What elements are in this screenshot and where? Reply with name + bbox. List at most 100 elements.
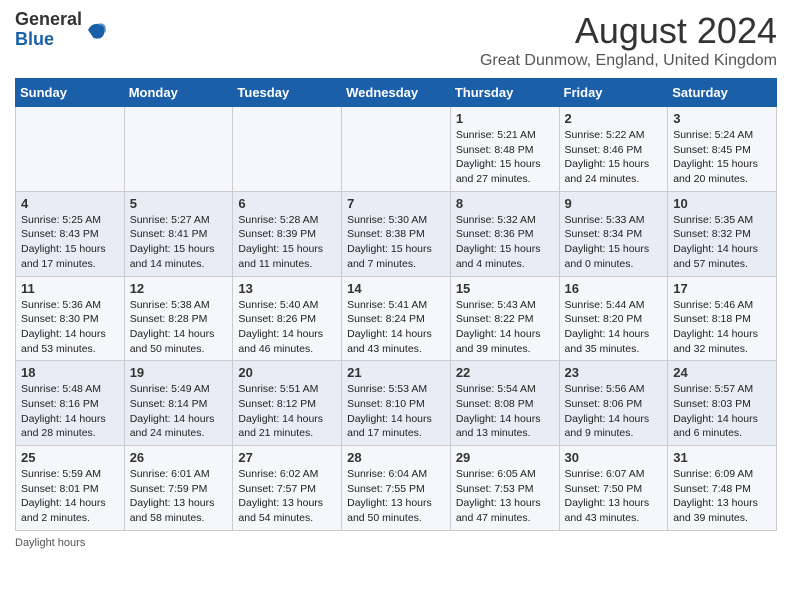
calendar-cell: 17 Sunrise: 5:46 AM Sunset: 8:18 PM Dayli…	[668, 276, 777, 361]
day-number: 26	[130, 450, 228, 465]
day-number: 6	[238, 196, 336, 211]
calendar-cell: 27 Sunrise: 6:02 AM Sunset: 7:57 PM Dayli…	[233, 446, 342, 531]
day-info: Sunrise: 6:05 AM Sunset: 7:53 PM Dayligh…	[456, 467, 554, 526]
day-number: 21	[347, 365, 445, 380]
day-info: Sunrise: 5:53 AM Sunset: 8:10 PM Dayligh…	[347, 382, 445, 441]
day-number: 15	[456, 281, 554, 296]
day-number: 29	[456, 450, 554, 465]
day-number: 7	[347, 196, 445, 211]
day-info: Sunrise: 5:28 AM Sunset: 8:39 PM Dayligh…	[238, 213, 336, 272]
day-number: 8	[456, 196, 554, 211]
calendar-cell: 2Sunrise: 5:22 AM Sunset: 8:46 PM Daylig…	[559, 107, 668, 192]
calendar-cell	[233, 107, 342, 192]
day-number: 5	[130, 196, 228, 211]
calendar-cell	[124, 107, 233, 192]
day-number: 28	[347, 450, 445, 465]
day-number: 23	[565, 365, 663, 380]
day-info: Sunrise: 5:48 AM Sunset: 8:16 PM Dayligh…	[21, 382, 119, 441]
calendar-week-row: 18 Sunrise: 5:48 AM Sunset: 8:16 PM Dayli…	[16, 361, 777, 446]
calendar-cell	[16, 107, 125, 192]
weekday-header: Wednesday	[342, 79, 451, 107]
day-number: 2	[565, 111, 663, 126]
calendar-cell: 8 Sunrise: 5:32 AM Sunset: 8:36 PM Daylig…	[450, 191, 559, 276]
day-info: Sunrise: 5:57 AM Sunset: 8:03 PM Dayligh…	[673, 382, 771, 441]
weekday-header: Sunday	[16, 79, 125, 107]
day-info: Sunrise: 5:56 AM Sunset: 8:06 PM Dayligh…	[565, 382, 663, 441]
day-number: 27	[238, 450, 336, 465]
calendar-cell: 7 Sunrise: 5:30 AM Sunset: 8:38 PM Daylig…	[342, 191, 451, 276]
day-number: 1	[456, 111, 554, 126]
weekday-row: SundayMondayTuesdayWednesdayThursdayFrid…	[16, 79, 777, 107]
logo: General Blue	[15, 10, 108, 50]
calendar-cell: 28 Sunrise: 6:04 AM Sunset: 7:55 PM Dayli…	[342, 446, 451, 531]
day-number: 25	[21, 450, 119, 465]
day-number: 3	[673, 111, 771, 126]
day-info: Sunrise: 5:43 AM Sunset: 8:22 PM Dayligh…	[456, 298, 554, 357]
calendar-cell: 22Sunrise: 5:54 AM Sunset: 8:08 PM Dayli…	[450, 361, 559, 446]
day-info: Sunrise: 5:32 AM Sunset: 8:36 PM Dayligh…	[456, 213, 554, 272]
day-number: 31	[673, 450, 771, 465]
calendar-cell: 31 Sunrise: 6:09 AM Sunset: 7:48 PM Dayli…	[668, 446, 777, 531]
calendar-cell	[342, 107, 451, 192]
calendar-week-row: 1 Sunrise: 5:21 AM Sunset: 8:48 PM Daylig…	[16, 107, 777, 192]
footer: Daylight hours	[15, 537, 777, 549]
day-number: 12	[130, 281, 228, 296]
day-number: 10	[673, 196, 771, 211]
page-header: General Blue August 2024 Great Dunmow, E…	[15, 10, 777, 70]
day-info: Sunrise: 5:41 AM Sunset: 8:24 PM Dayligh…	[347, 298, 445, 357]
day-number: 16	[565, 281, 663, 296]
day-number: 19	[130, 365, 228, 380]
calendar-cell: 10Sunrise: 5:35 AM Sunset: 8:32 PM Dayli…	[668, 191, 777, 276]
day-number: 13	[238, 281, 336, 296]
logo-general-text: General	[15, 9, 82, 29]
calendar-cell: 20 Sunrise: 5:51 AM Sunset: 8:12 PM Dayli…	[233, 361, 342, 446]
calendar-cell: 21 Sunrise: 5:53 AM Sunset: 8:10 PM Dayli…	[342, 361, 451, 446]
day-info: Sunrise: 6:01 AM Sunset: 7:59 PM Dayligh…	[130, 467, 228, 526]
day-info: Sunrise: 6:02 AM Sunset: 7:57 PM Dayligh…	[238, 467, 336, 526]
weekday-header: Saturday	[668, 79, 777, 107]
calendar-cell: 23 Sunrise: 5:56 AM Sunset: 8:06 PM Dayli…	[559, 361, 668, 446]
calendar-cell: 30Sunrise: 6:07 AM Sunset: 7:50 PM Dayli…	[559, 446, 668, 531]
day-number: 11	[21, 281, 119, 296]
day-info: Sunrise: 5:51 AM Sunset: 8:12 PM Dayligh…	[238, 382, 336, 441]
day-info: Sunrise: 5:21 AM Sunset: 8:48 PM Dayligh…	[456, 128, 554, 187]
calendar-cell: 18 Sunrise: 5:48 AM Sunset: 8:16 PM Dayli…	[16, 361, 125, 446]
day-number: 4	[21, 196, 119, 211]
day-info: Sunrise: 5:44 AM Sunset: 8:20 PM Dayligh…	[565, 298, 663, 357]
day-info: Sunrise: 5:46 AM Sunset: 8:18 PM Dayligh…	[673, 298, 771, 357]
day-number: 17	[673, 281, 771, 296]
calendar-cell: 24 Sunrise: 5:57 AM Sunset: 8:03 PM Dayli…	[668, 361, 777, 446]
day-info: Sunrise: 6:07 AM Sunset: 7:50 PM Dayligh…	[565, 467, 663, 526]
day-number: 20	[238, 365, 336, 380]
calendar-cell: 26 Sunrise: 6:01 AM Sunset: 7:59 PM Dayli…	[124, 446, 233, 531]
day-info: Sunrise: 6:09 AM Sunset: 7:48 PM Dayligh…	[673, 467, 771, 526]
day-info: Sunrise: 5:25 AM Sunset: 8:43 PM Dayligh…	[21, 213, 119, 272]
day-number: 18	[21, 365, 119, 380]
day-info: Sunrise: 5:59 AM Sunset: 8:01 PM Dayligh…	[21, 467, 119, 526]
calendar-header: SundayMondayTuesdayWednesdayThursdayFrid…	[16, 79, 777, 107]
page-container: General Blue August 2024 Great Dunmow, E…	[0, 0, 792, 559]
day-info: Sunrise: 5:40 AM Sunset: 8:26 PM Dayligh…	[238, 298, 336, 357]
day-info: Sunrise: 6:04 AM Sunset: 7:55 PM Dayligh…	[347, 467, 445, 526]
weekday-header: Thursday	[450, 79, 559, 107]
daylight-label: Daylight hours	[15, 537, 85, 549]
calendar-cell: 12Sunrise: 5:38 AM Sunset: 8:28 PM Dayli…	[124, 276, 233, 361]
weekday-header: Friday	[559, 79, 668, 107]
weekday-header: Tuesday	[233, 79, 342, 107]
calendar-cell: 1 Sunrise: 5:21 AM Sunset: 8:48 PM Daylig…	[450, 107, 559, 192]
calendar-cell: 25 Sunrise: 5:59 AM Sunset: 8:01 PM Dayli…	[16, 446, 125, 531]
calendar-cell: 16 Sunrise: 5:44 AM Sunset: 8:20 PM Dayli…	[559, 276, 668, 361]
calendar-cell: 15 Sunrise: 5:43 AM Sunset: 8:22 PM Dayli…	[450, 276, 559, 361]
day-number: 14	[347, 281, 445, 296]
day-info: Sunrise: 5:36 AM Sunset: 8:30 PM Dayligh…	[21, 298, 119, 357]
calendar-cell: 5Sunrise: 5:27 AM Sunset: 8:41 PM Daylig…	[124, 191, 233, 276]
calendar-week-row: 4 Sunrise: 5:25 AM Sunset: 8:43 PM Daylig…	[16, 191, 777, 276]
calendar-body: 1 Sunrise: 5:21 AM Sunset: 8:48 PM Daylig…	[16, 107, 777, 531]
calendar-cell: 9Sunrise: 5:33 AM Sunset: 8:34 PM Daylig…	[559, 191, 668, 276]
day-info: Sunrise: 5:24 AM Sunset: 8:45 PM Dayligh…	[673, 128, 771, 187]
logo-blue-text: Blue	[15, 29, 54, 49]
day-info: Sunrise: 5:54 AM Sunset: 8:08 PM Dayligh…	[456, 382, 554, 441]
day-info: Sunrise: 5:30 AM Sunset: 8:38 PM Dayligh…	[347, 213, 445, 272]
day-number: 24	[673, 365, 771, 380]
title-block: August 2024 Great Dunmow, England, Unite…	[480, 10, 777, 70]
